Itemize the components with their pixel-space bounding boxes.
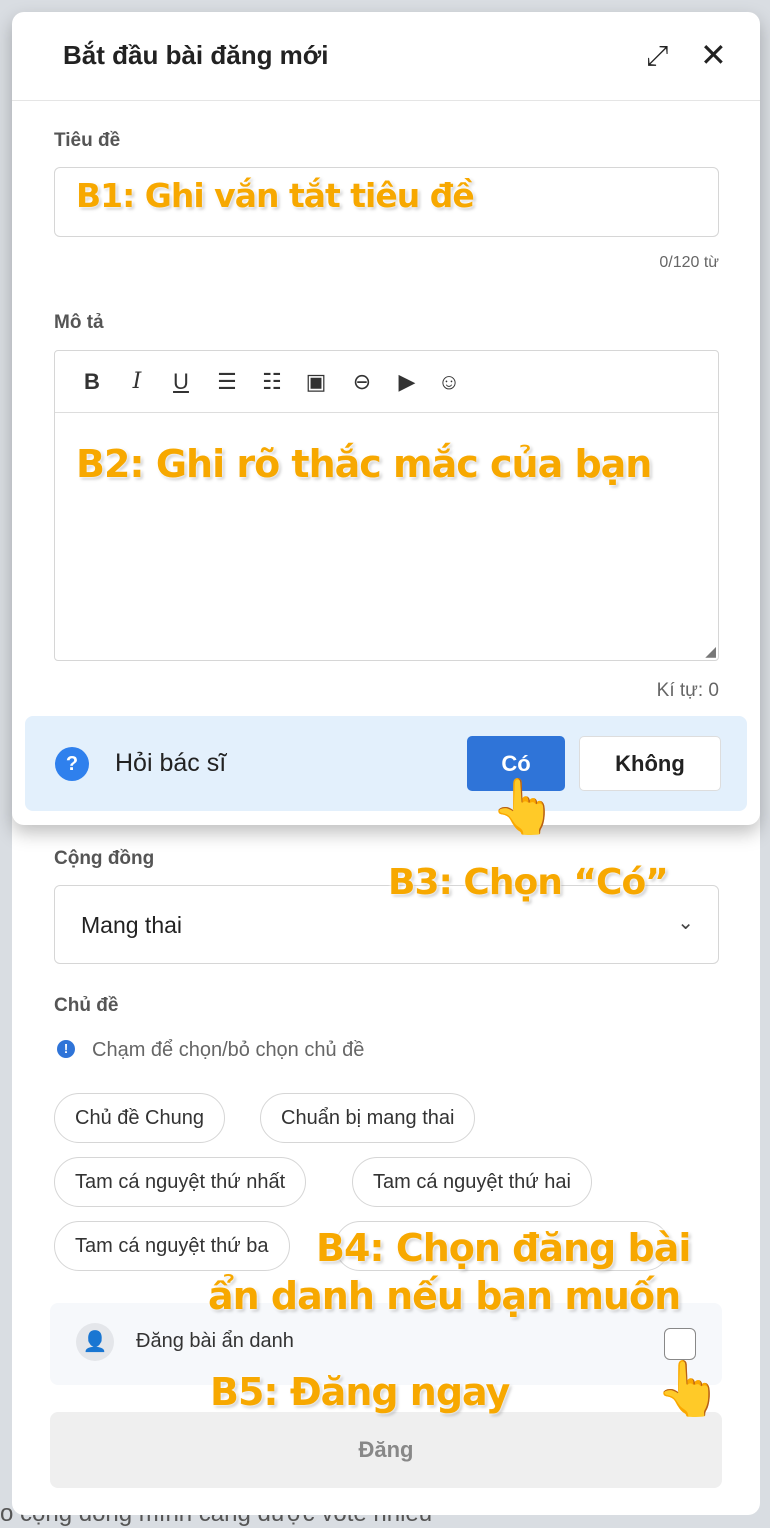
bold-icon[interactable]: B <box>78 369 106 395</box>
annotation-b3: B3: Chọn “Có” <box>388 862 669 903</box>
community-label: Cộng đồng <box>54 848 155 869</box>
submit-button[interactable]: Đăng <box>50 1412 722 1488</box>
topic-chip[interactable]: Chuẩn bị mang thai <box>260 1093 476 1143</box>
link-icon[interactable]: ⊖ <box>348 369 376 395</box>
underline-icon[interactable]: U <box>167 369 195 395</box>
image-icon[interactable]: ▣ <box>302 369 330 395</box>
anonymous-avatar-icon: 👤 <box>76 1323 114 1361</box>
ask-doctor-banner: ? Hỏi bác sĩ Có Không <box>25 716 747 811</box>
topic-chip[interactable]: Tam cá nguyệt thứ hai <box>352 1157 592 1207</box>
close-icon[interactable]: ✕ <box>700 36 727 74</box>
annotation-b1: B1: Ghi vắn tắt tiêu đề <box>76 176 475 215</box>
italic-icon[interactable]: I <box>123 369 151 394</box>
annotation-b2: B2: Ghi rõ thắc mắc của bạn <box>76 442 652 486</box>
ask-doctor-label: Hỏi bác sĩ <box>115 749 227 777</box>
emoji-icon[interactable]: ☺ <box>435 369 463 395</box>
title-counter: 0/120 từ <box>659 254 719 271</box>
annotation-b4-line2: ẩn danh nếu bạn muốn <box>208 1274 681 1318</box>
anonymous-label: Đăng bài ẩn danh <box>136 1330 294 1352</box>
description-label: Mô tả <box>54 312 104 333</box>
modal-title: Bắt đầu bài đăng mới <box>63 40 329 70</box>
topic-chip[interactable]: Tam cá nguyệt thứ ba <box>54 1221 290 1271</box>
annotation-b4-line1: B4: Chọn đăng bài <box>316 1226 691 1270</box>
resize-handle-icon[interactable]: ◢ <box>705 643 716 660</box>
editor-toolbar: B I U ☰ ☷ ▣ ⊖ ▶ ☺ <box>55 351 718 413</box>
topic-chip[interactable]: Tam cá nguyệt thứ nhất <box>54 1157 307 1207</box>
topic-label: Chủ đề <box>54 995 119 1016</box>
community-value: Mang thai <box>81 912 183 938</box>
topic-chip[interactable]: Chủ đề Chung <box>54 1093 225 1143</box>
bullet-list-icon[interactable]: ☷ <box>258 369 286 395</box>
topic-hint: Chạm để chọn/bỏ chọn chủ đề <box>92 1039 365 1061</box>
ordered-list-icon[interactable]: ☰ <box>213 369 241 395</box>
ask-doctor-no-button[interactable]: Không <box>579 736 721 791</box>
description-editor[interactable]: B I U ☰ ☷ ▣ ⊖ ▶ ☺ ◢ <box>54 350 719 661</box>
anonymous-checkbox[interactable] <box>664 1328 696 1360</box>
question-icon: ? <box>55 747 89 781</box>
pointer-hand-icon: 👆 <box>490 777 558 837</box>
char-count: Kí tự: 0 <box>656 680 719 701</box>
video-icon[interactable]: ▶ <box>393 369 421 395</box>
title-label: Tiêu đề <box>54 130 121 151</box>
pointer-hand-icon: 👆 <box>655 1359 723 1419</box>
chevron-down-icon: ⌄ <box>677 912 694 934</box>
annotation-b5: B5: Đăng ngay <box>210 1370 510 1414</box>
expand-icon[interactable]: ⤢ <box>646 40 668 73</box>
header-divider <box>12 100 760 101</box>
info-icon: ! <box>57 1040 75 1058</box>
